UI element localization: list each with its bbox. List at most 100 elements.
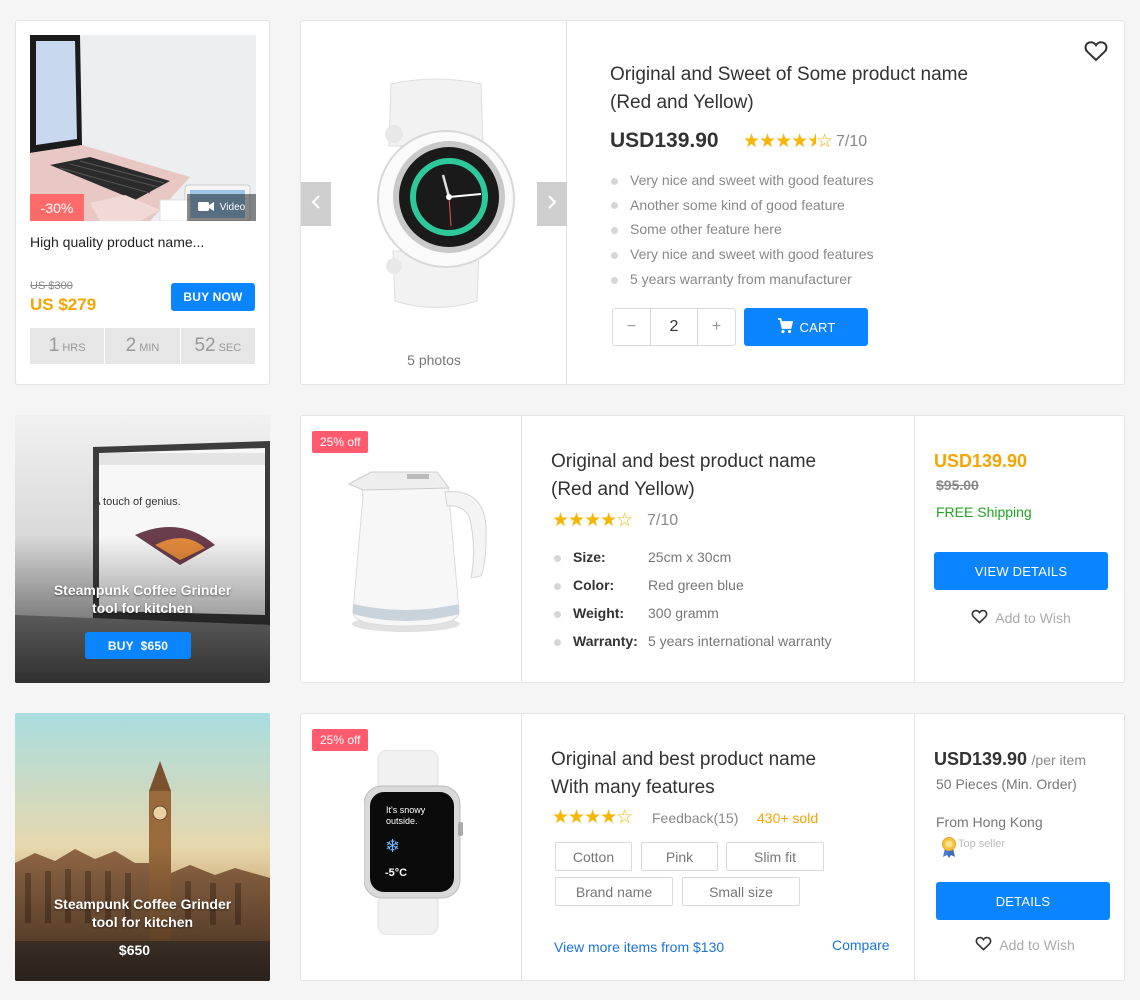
bullet-icon (611, 177, 618, 185)
purchase-panel: USD139.90 /per item 50 Pieces (Min. Orde… (914, 714, 1124, 980)
cart-label: CART (799, 319, 836, 335)
laptop-image[interactable]: -30% Video (30, 35, 256, 221)
watch-temperature: -5°C (385, 867, 408, 879)
promo-card-macbook[interactable]: A touch of genius. Steampunk Coffee Grin… (15, 415, 270, 683)
product-title[interactable]: Original and Sweet of Some product name … (610, 61, 968, 117)
add-to-cart-button[interactable]: CART (744, 308, 868, 346)
list-item: Very nice and sweet with good features (611, 172, 874, 197)
quantity-value[interactable]: 2 (651, 309, 697, 345)
timer-hours: 1 HRS (30, 328, 105, 364)
tag-chip-cotton[interactable]: Cotton (555, 842, 632, 871)
chevron-right-icon (547, 194, 557, 215)
promo-buy-button[interactable]: BUY $650 (85, 632, 191, 659)
tag-chip-slim-fit[interactable]: Slim fit (726, 842, 824, 871)
price: US $279 (30, 295, 97, 314)
feature-list: Very nice and sweet with good features A… (611, 172, 874, 295)
rating-score: 7/10 (647, 512, 679, 529)
watch-screen-text: It's snowy outside. (386, 805, 426, 826)
bullet-icon (554, 638, 561, 646)
purchase-panel: USD139.90 $95.00 FREE Shipping VIEW DETA… (914, 416, 1124, 682)
price: USD139.90 (934, 749, 1028, 769)
spec-row: Color: Red green blue (554, 577, 832, 605)
product-title[interactable]: Original and best product name (Red and … (551, 448, 816, 504)
view-more-link[interactable]: View more items from $130 (554, 939, 724, 955)
add-to-wish-link[interactable]: Add to Wish (915, 609, 1124, 627)
video-label: Video (219, 202, 246, 213)
bullet-icon (611, 251, 618, 259)
promo-card-london[interactable]: Steampunk Coffee Grinder tool for kitche… (15, 713, 270, 981)
price-line: USD139.90 /per item (934, 749, 1086, 770)
snowflake-icon: ❄ (385, 836, 401, 856)
price: USD139.90 (934, 451, 1028, 471)
heart-icon (975, 936, 992, 954)
origin: From Hong Kong (936, 814, 1043, 830)
video-camera-icon (197, 201, 214, 215)
wishlist-heart-icon[interactable] (1084, 40, 1108, 67)
quantity-stepper: − 2 + (612, 308, 736, 346)
rating-stars-icon: ★★★★☆ (552, 807, 633, 828)
video-badge[interactable]: Video (187, 194, 256, 221)
image-panel: 25% off It's snowy outside. ❄ -5°C (301, 714, 522, 980)
watch-image[interactable] (351, 76, 521, 316)
add-to-wish-link[interactable]: Add to Wish (919, 936, 1124, 954)
compare-link[interactable]: Compare (832, 937, 890, 953)
details-button[interactable]: DETAILS (936, 882, 1110, 920)
buy-now-button[interactable]: BUY NOW (171, 283, 255, 311)
discount-tag: 25% off (312, 431, 369, 453)
photos-count[interactable]: 5 photos (301, 352, 567, 368)
bullet-icon (554, 610, 561, 618)
bullet-icon (554, 582, 561, 590)
kettle-image[interactable] (341, 466, 491, 641)
prev-arrow-button[interactable] (301, 182, 331, 226)
view-details-button[interactable]: VIEW DETAILS (934, 552, 1108, 590)
old-price: $95.00 (936, 477, 979, 493)
feedback-count[interactable]: Feedback(15) (652, 810, 738, 826)
rating-stars-icon: ★★★★☆ (552, 510, 633, 531)
product-name[interactable]: High quality product name... (30, 234, 204, 250)
spec-row: Warranty: 5 years international warranty (554, 633, 832, 661)
promo-price: $650 (118, 942, 151, 958)
min-order: 50 Pieces (Min. Order) (936, 776, 1077, 792)
discount-tag: 25% off (312, 729, 369, 751)
promo-title: Steampunk Coffee Grinder tool for kitche… (53, 896, 232, 930)
increase-button[interactable]: + (697, 309, 735, 345)
bullet-icon (554, 554, 561, 562)
heart-icon (971, 609, 988, 627)
list-item: Another some kind of good feature (611, 197, 874, 222)
spec-list: Size: 25cm x 30cm Color: Red green blue We… (554, 549, 832, 661)
rating-stars-icon: ★★★★★☆ (743, 131, 833, 152)
discount-badge: -30% (30, 194, 84, 221)
old-price: US $300 (30, 280, 73, 292)
bullet-icon (611, 227, 618, 235)
list-item: 5 years warranty from manufacturer (611, 271, 874, 296)
london-image (15, 713, 270, 981)
tag-chip-small-size[interactable]: Small size (682, 877, 800, 906)
timer-seconds: 52 SEC (180, 328, 255, 364)
next-arrow-button[interactable] (537, 182, 567, 226)
per-item-label: /per item (1031, 752, 1086, 768)
product-card-watch: 25% off It's snowy outside. ❄ -5°C Origi… (300, 713, 1125, 981)
promo-title: Steampunk Coffee Grinder tool for kitche… (53, 582, 232, 616)
price: USD139.90 (610, 129, 719, 152)
sold-count: 430+ sold (757, 810, 819, 826)
chevron-left-icon (311, 194, 321, 215)
tag-chip-pink[interactable]: Pink (641, 842, 718, 871)
countdown-timer: 1 HRS 2 MIN 52 SEC (30, 328, 255, 364)
bullet-icon (611, 276, 618, 284)
shipping-info: FREE Shipping (936, 504, 1032, 520)
decrease-button[interactable]: − (613, 309, 651, 345)
gallery: 5 photos (301, 21, 567, 384)
product-title[interactable]: Original and best product name With many… (551, 746, 816, 802)
bullet-icon (611, 202, 618, 210)
deal-card: -30% Video High quality product name... … (15, 20, 270, 385)
list-item: Some other feature here (611, 221, 874, 246)
svg-text:A touch of genius.: A touch of genius. (93, 496, 180, 508)
list-item: Very nice and sweet with good features (611, 246, 874, 271)
smartwatch-image[interactable]: It's snowy outside. ❄ -5°C (364, 750, 464, 935)
spec-row: Weight: 300 gramm (554, 605, 832, 633)
medal-icon (940, 836, 958, 863)
product-card-kettle: 25% off Original and best product name (… (300, 415, 1125, 683)
timer-minutes: 2 MIN (105, 328, 180, 364)
cart-icon (777, 317, 793, 337)
tag-chip-brand-name[interactable]: Brand name (555, 877, 673, 906)
